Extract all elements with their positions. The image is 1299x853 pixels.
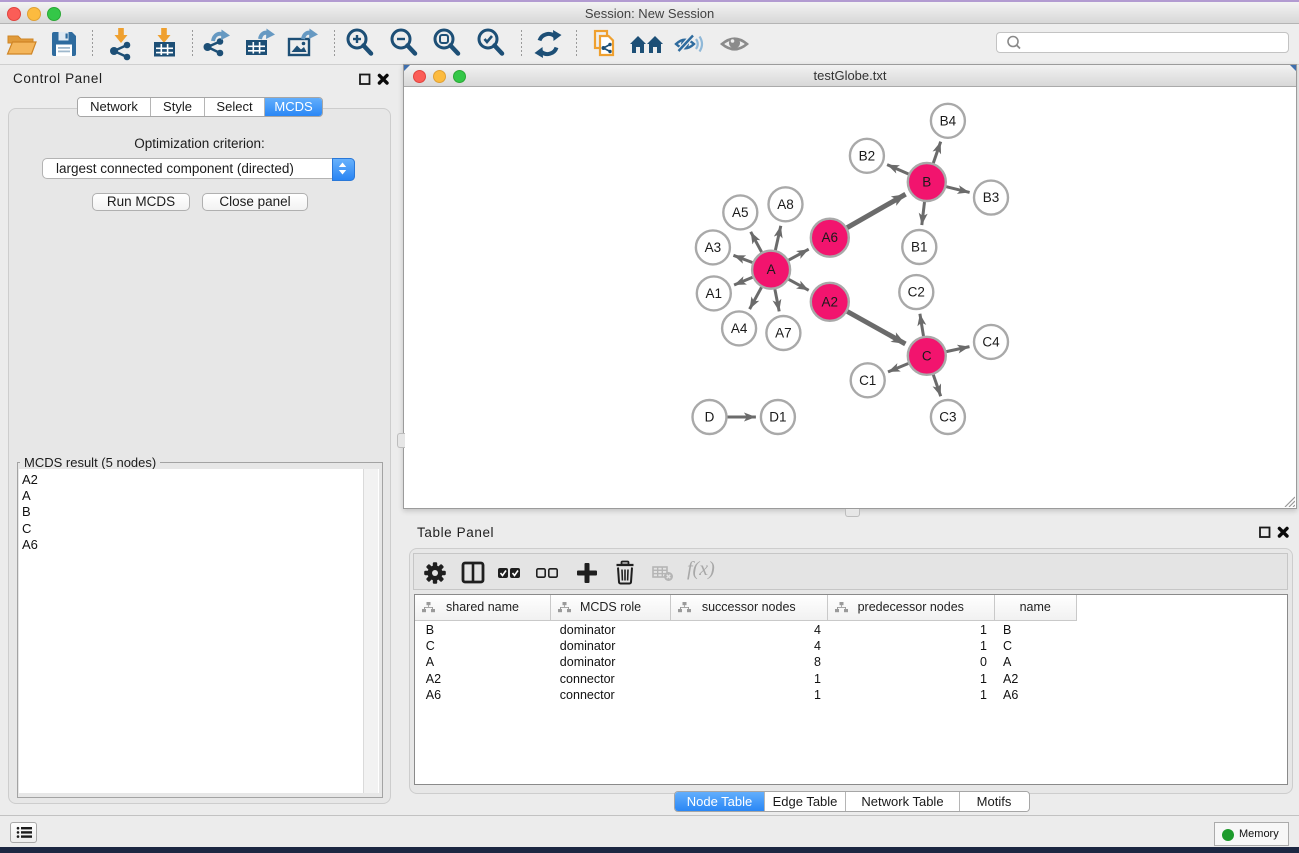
svg-text:D: D (705, 410, 715, 425)
svg-text:A4: A4 (731, 321, 748, 336)
svg-text:C: C (922, 348, 932, 363)
svg-text:C2: C2 (908, 285, 925, 300)
svg-text:A1: A1 (706, 286, 723, 301)
svg-text:A6: A6 (822, 230, 839, 245)
svg-text:A5: A5 (732, 205, 749, 220)
svg-text:B2: B2 (859, 148, 876, 163)
svg-text:B4: B4 (940, 113, 957, 128)
svg-text:B1: B1 (911, 240, 928, 255)
svg-text:D1: D1 (769, 410, 786, 425)
svg-text:B3: B3 (983, 190, 1000, 205)
svg-text:C1: C1 (859, 373, 876, 388)
svg-text:C3: C3 (939, 410, 956, 425)
svg-text:C4: C4 (982, 334, 1000, 349)
svg-text:A8: A8 (777, 197, 794, 212)
svg-text:A7: A7 (775, 326, 792, 341)
svg-text:A2: A2 (822, 294, 839, 309)
svg-text:A3: A3 (705, 240, 722, 255)
svg-text:A: A (767, 262, 776, 277)
svg-text:B: B (922, 175, 931, 190)
